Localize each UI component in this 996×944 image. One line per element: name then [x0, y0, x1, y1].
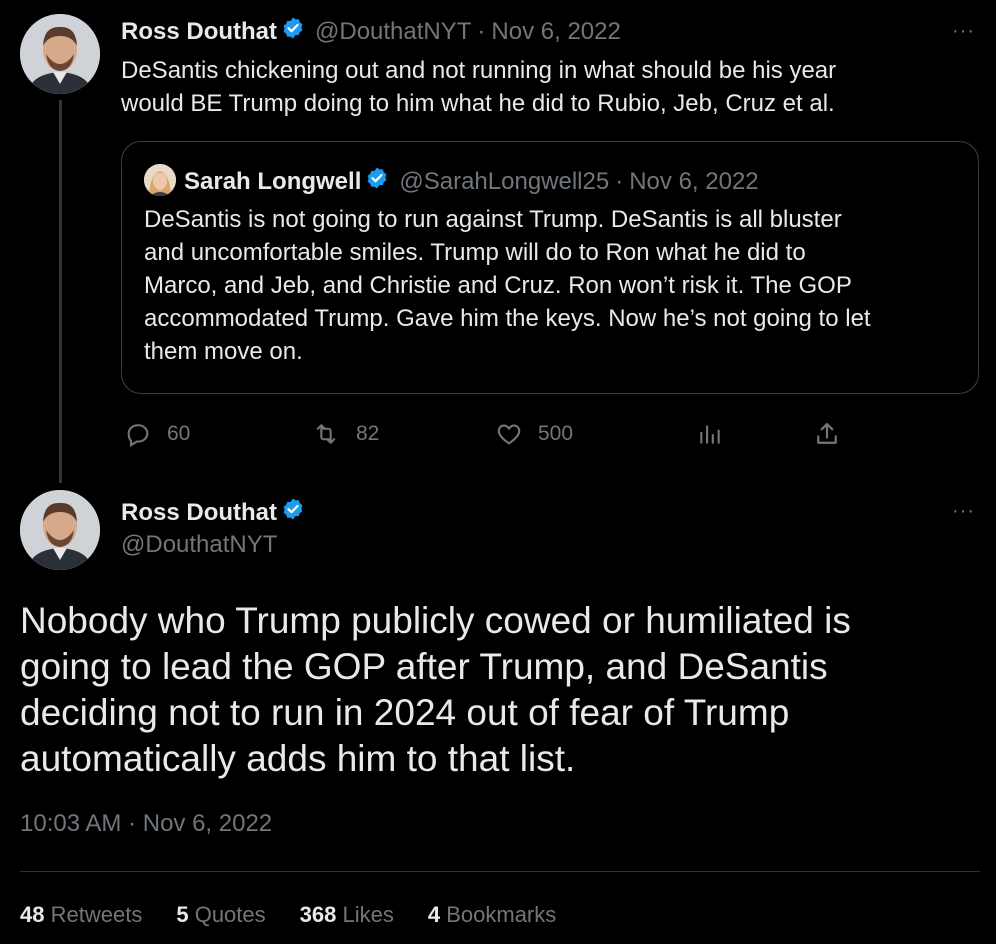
tweet-text-line: would BE Trump doing to him what he did …: [121, 90, 835, 117]
analytics-icon: [700, 425, 720, 444]
verified-badge-icon: [281, 497, 305, 528]
parent-tweet-text: DeSantis chickening out and not running …: [121, 54, 836, 120]
avatar[interactable]: [20, 14, 100, 94]
quoted-avatar[interactable]: [144, 164, 176, 196]
stat-label: Retweets: [50, 902, 143, 927]
main-author-row: Ross Douthat: [121, 497, 305, 528]
reply-icon: [127, 424, 149, 447]
sarah-longwell-avatar-icon: [144, 164, 176, 196]
author-handle[interactable]: @DouthatNYT: [121, 531, 277, 559]
reply-button[interactable]: 60: [123, 420, 190, 448]
heart-icon: [497, 424, 521, 445]
retweet-count: 82: [356, 422, 380, 445]
retweet-icon: [316, 424, 336, 444]
quoted-tweet-date[interactable]: Nov 6, 2022: [629, 168, 758, 196]
tweet-timestamp[interactable]: 10:03 AM · Nov 6, 2022: [20, 810, 272, 838]
like-count: 500: [538, 422, 574, 445]
share-icon: [817, 422, 837, 444]
stat-label: Bookmarks: [446, 902, 557, 927]
main-tweet-text: Nobody who Trump publicly cowed or humil…: [20, 598, 980, 782]
verified-badge-icon: [365, 166, 389, 197]
quoted-author-handle[interactable]: @SarahLongwell25: [399, 168, 609, 196]
author-handle[interactable]: @DouthatNYT: [315, 18, 471, 46]
quoted-text-line: DeSantis is not going to run against Tru…: [144, 206, 842, 233]
more-options-icon[interactable]: ···: [952, 20, 975, 43]
more-options-icon[interactable]: ···: [952, 500, 975, 523]
avatar[interactable]: [20, 490, 100, 570]
quoted-tweet-text: DeSantis is not going to run against Tru…: [144, 203, 964, 368]
retweets-stat[interactable]: 48 Retweets: [20, 902, 142, 928]
stat-count: 368: [299, 902, 337, 927]
reply-count: 60: [167, 422, 191, 445]
ross-douthat-avatar-icon: [20, 490, 100, 570]
author-name[interactable]: Ross Douthat: [121, 18, 277, 46]
engagement-stats: 48 Retweets 5 Quotes 368 Likes 4 Bookmar…: [20, 902, 590, 928]
quoted-text-line: accommodated Trump. Gave him the keys. N…: [144, 305, 871, 332]
parent-author-row: Ross Douthat @DouthatNYT · Nov 6, 2022: [121, 16, 621, 47]
quotes-stat[interactable]: 5 Quotes: [176, 902, 265, 928]
likes-stat[interactable]: 368 Likes: [300, 902, 394, 928]
main-text-line: going to lead the GOP after Trump, and D…: [20, 646, 828, 687]
quoted-text-line: them move on.: [144, 338, 303, 365]
ross-douthat-avatar-icon: [20, 14, 100, 94]
main-text-line: Nobody who Trump publicly cowed or humil…: [20, 600, 851, 641]
author-name[interactable]: Ross Douthat: [121, 499, 277, 527]
main-text-line: deciding not to run in 2024 out of fear …: [20, 692, 790, 733]
stat-label: Quotes: [194, 902, 266, 927]
main-text-line: automatically adds him to that list.: [20, 738, 576, 779]
quoted-text-line: and uncomfortable smiles. Trump will do …: [144, 239, 806, 266]
quoted-author-row: Sarah Longwell @SarahLongwell25 · Nov 6,…: [184, 166, 759, 197]
divider: [20, 871, 980, 872]
quoted-author-name[interactable]: Sarah Longwell: [184, 168, 361, 196]
separator-dot: ·: [615, 167, 624, 195]
stat-label: Likes: [342, 902, 394, 927]
tweet-text-line: DeSantis chickening out and not running …: [121, 57, 837, 84]
retweet-button[interactable]: 82: [310, 420, 379, 448]
tweet-date[interactable]: Nov 6, 2022: [491, 18, 620, 46]
stat-count: 48: [20, 902, 45, 927]
separator-dot: ·: [477, 17, 486, 45]
quoted-tweet-card[interactable]: Sarah Longwell @SarahLongwell25 · Nov 6,…: [121, 141, 979, 394]
quoted-text-line: Marco, and Jeb, and Christie and Cruz. R…: [144, 272, 852, 299]
like-button[interactable]: 500: [494, 420, 573, 448]
stat-count: 4: [427, 902, 441, 927]
verified-badge-icon: [281, 16, 305, 47]
thread-connector-line: [59, 100, 62, 483]
analytics-button[interactable]: [697, 420, 737, 448]
bookmarks-stat[interactable]: 4 Bookmarks: [428, 902, 556, 928]
stat-count: 5: [176, 902, 189, 927]
share-button[interactable]: [813, 420, 855, 448]
